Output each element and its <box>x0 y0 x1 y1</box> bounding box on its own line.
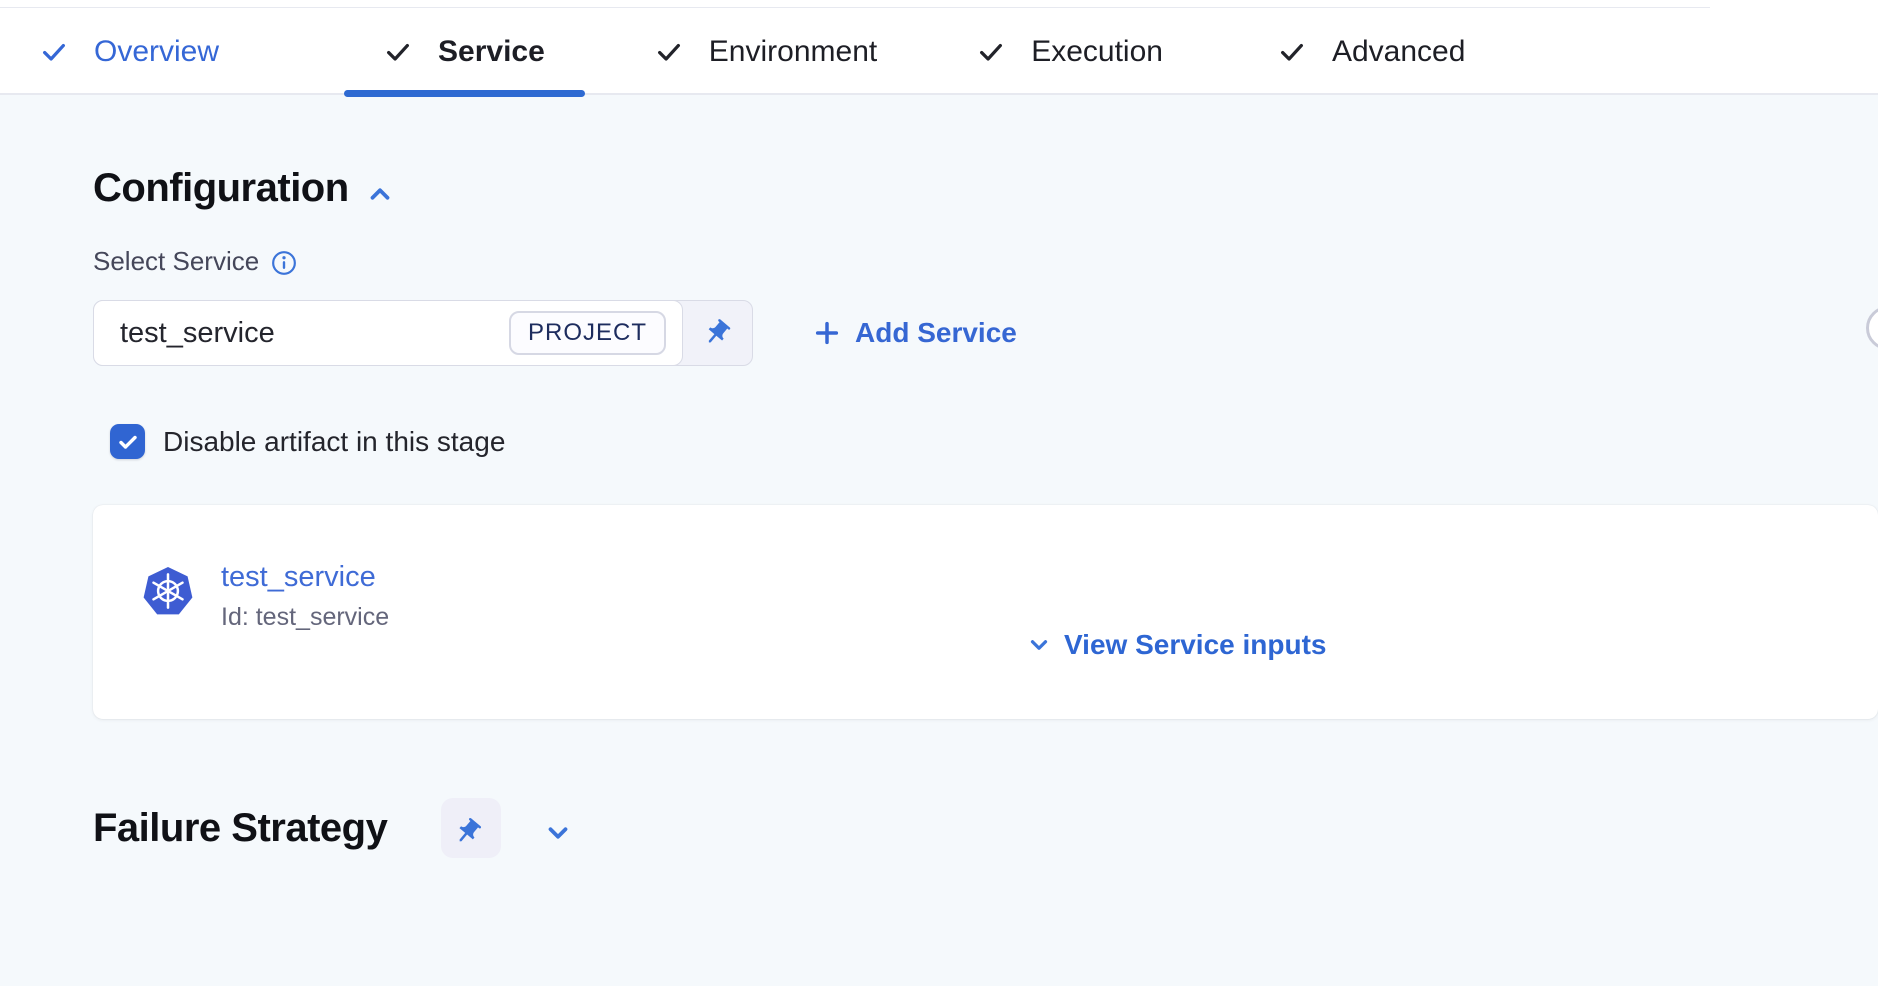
service-entity-row: test_service Id: test_service <box>143 561 389 632</box>
stage-tab-bar: Overview Service Environment <box>0 0 1878 95</box>
failure-strategy-pin-button[interactable] <box>441 798 501 858</box>
active-tab-underline <box>344 90 585 97</box>
pushpin-icon <box>696 312 738 354</box>
input-type-pin-button[interactable] <box>682 301 752 365</box>
tab-advanced[interactable]: Advanced <box>1238 8 1505 95</box>
edge-floating-button[interactable] <box>1866 306 1878 350</box>
service-select-group: test_service PROJECT <box>93 300 753 366</box>
add-service-button[interactable]: Add Service <box>813 300 1017 366</box>
check-icon <box>977 38 1005 66</box>
tab-overview[interactable]: Overview <box>0 8 259 95</box>
service-select-value: test_service <box>120 317 275 350</box>
plus-icon <box>813 319 841 347</box>
view-service-inputs-toggle[interactable]: View Service inputs <box>1026 629 1327 661</box>
configuration-section-header: Configuration <box>93 166 395 211</box>
tab-label: Environment <box>709 35 877 69</box>
add-service-label: Add Service <box>855 317 1017 349</box>
disable-artifact-checkbox[interactable] <box>110 424 145 459</box>
scope-badge: PROJECT <box>509 311 666 355</box>
section-title: Failure Strategy <box>93 806 387 851</box>
kubernetes-icon <box>143 565 193 617</box>
tab-label: Advanced <box>1332 35 1465 69</box>
view-service-inputs-label: View Service inputs <box>1064 629 1327 661</box>
tab-label: Execution <box>1031 35 1163 69</box>
tab-environment[interactable]: Environment <box>615 8 917 95</box>
failure-strategy-section-header: Failure Strategy <box>93 798 573 858</box>
tab-label: Overview <box>94 35 219 69</box>
pushpin-icon <box>450 807 492 849</box>
info-icon[interactable] <box>271 250 297 276</box>
service-select-input[interactable]: test_service PROJECT <box>93 300 683 366</box>
select-service-label-row: Select Service <box>93 246 297 277</box>
check-icon <box>40 38 68 66</box>
chevron-down-icon[interactable] <box>543 813 573 843</box>
disable-artifact-row: Disable artifact in this stage <box>110 424 505 459</box>
check-icon <box>655 38 683 66</box>
service-name-link[interactable]: test_service <box>221 561 389 594</box>
section-title: Configuration <box>93 166 349 211</box>
service-id-text: Id: test_service <box>221 603 389 632</box>
check-icon <box>1278 38 1306 66</box>
service-card: test_service Id: test_service View Servi… <box>93 505 1878 719</box>
select-service-label: Select Service <box>93 246 259 277</box>
tab-service[interactable]: Service <box>344 8 585 95</box>
tab-execution[interactable]: Execution <box>937 8 1203 95</box>
disable-artifact-label: Disable artifact in this stage <box>163 426 505 458</box>
chevron-up-icon[interactable] <box>365 174 395 204</box>
check-icon <box>384 38 412 66</box>
stage-tabs: Overview Service Environment <box>0 8 1505 95</box>
stage-configuration-page: Overview Service Environment <box>0 0 1878 986</box>
tab-label: Service <box>438 35 545 69</box>
chevron-down-icon <box>1026 632 1052 658</box>
